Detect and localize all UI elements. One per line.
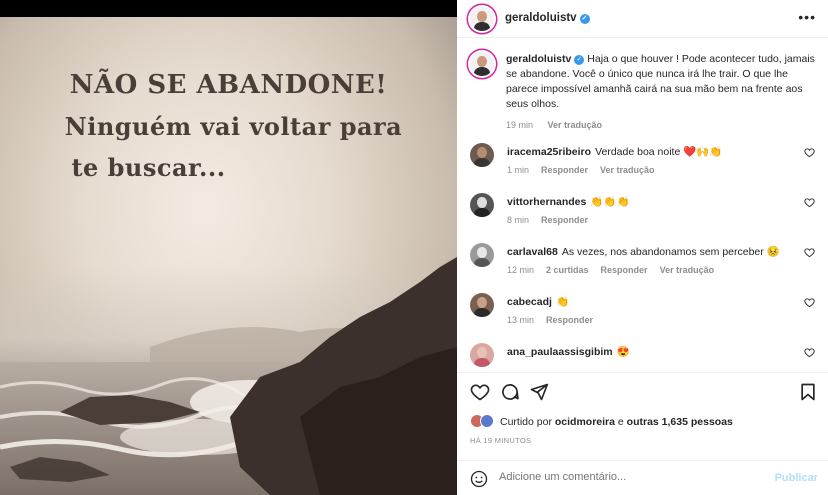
action-bar (457, 372, 828, 412)
reply-button[interactable]: Responder (546, 315, 593, 325)
comment-input[interactable] (499, 471, 759, 483)
caption-age: 19 min (506, 120, 534, 130)
caption-username[interactable]: geraldoluistv (506, 53, 571, 65)
commenter-username[interactable]: vittorhernandes (507, 196, 586, 208)
liker-avatar (480, 414, 494, 428)
post-header: geraldoluistv ✓ ••• (457, 0, 828, 38)
save-bookmark-icon[interactable] (798, 382, 818, 402)
instagram-post-window: NÃO SE ABANDONE! Ninguém vai voltar para… (0, 0, 828, 495)
caption-avatar[interactable] (470, 52, 494, 76)
comment-meta: 12 min 2 curtidas Responder Ver tradução (507, 265, 726, 275)
quote-line-3: te buscar... (71, 153, 226, 182)
author-avatar[interactable] (470, 7, 494, 31)
verified-badge-icon: ✓ (579, 14, 590, 24)
likes-count-link[interactable]: outras 1,635 pessoas (627, 416, 733, 428)
commenter-avatar[interactable] (470, 193, 494, 217)
comment-meta: 1 min Responder Ver tradução (507, 165, 667, 175)
comment-age: 12 min (507, 265, 535, 275)
verified-badge-icon: ✓ (574, 55, 585, 65)
post-details-panel: geraldoluistv ✓ ••• geraldoluistv ✓ Haja o… (457, 0, 828, 495)
comment-text: iracema25ribeiro Verdade boa noite ❤️🙌👏 (507, 146, 723, 158)
caption-translate-link[interactable]: Ver tradução (548, 120, 603, 130)
share-send-icon[interactable] (529, 382, 549, 402)
liked-by-text: Curtido por ocidmoreira e outras 1,635 p… (500, 416, 733, 428)
caption-meta: 19 min Ver tradução (506, 118, 816, 133)
translate-link[interactable]: Ver tradução (660, 265, 715, 275)
reply-button[interactable]: Responder (541, 215, 588, 225)
comment-text: vittorhernandes 👏👏👏 (507, 196, 630, 208)
publish-button[interactable]: Publicar (775, 472, 818, 484)
comment-item: carlaval68 As vezes, nos abandonamos sem … (470, 243, 815, 283)
post-timestamp: HÁ 19 MINUTOS (470, 436, 532, 445)
comment-age: 8 min (507, 215, 530, 225)
more-options-icon[interactable]: ••• (798, 9, 816, 25)
liked-by: Curtido por ocidmoreira e outras 1,635 p… (470, 414, 820, 430)
liker-username[interactable]: ocidmoreira (555, 416, 615, 428)
comment-text: carlaval68 As vezes, nos abandonamos sem … (507, 246, 780, 258)
post-image[interactable]: NÃO SE ABANDONE! Ninguém vai voltar para… (0, 17, 457, 495)
commenter-username[interactable]: carlaval68 (507, 246, 558, 258)
comment-item: iracema25ribeiro Verdade boa noite ❤️🙌👏 1… (470, 143, 815, 183)
translate-link[interactable]: Ver tradução (600, 165, 655, 175)
comment-item: cabecadj 👏 13 min Responder (470, 293, 815, 333)
commenter-avatar[interactable] (470, 293, 494, 317)
commenter-username[interactable]: ana_paulaassisgibim (507, 346, 613, 358)
commenter-username[interactable]: iracema25ribeiro (507, 146, 591, 158)
comment-text: cabecadj 👏 (507, 296, 570, 308)
comment-likes-count[interactable]: 2 curtidas (546, 265, 589, 275)
like-heart-icon[interactable] (470, 382, 490, 402)
quote-line-2: Ninguém vai voltar para (64, 112, 403, 141)
like-comment-heart-icon[interactable] (804, 347, 815, 358)
commenter-avatar[interactable] (470, 143, 494, 167)
comment-text: ana_paulaassisgibim 😍 (507, 346, 630, 358)
comment-meta: 8 min Responder (507, 215, 600, 225)
add-comment-bar: Publicar (457, 460, 828, 495)
reply-button[interactable]: Responder (541, 165, 588, 175)
comment-item: vittorhernandes 👏👏👏 8 min Responder (470, 193, 815, 233)
commenter-username[interactable]: cabecadj (507, 296, 552, 308)
comment-bubble-icon[interactable] (500, 382, 520, 402)
emoji-smiley-icon[interactable] (470, 470, 488, 488)
comment-age: 13 min (507, 315, 535, 325)
like-comment-heart-icon[interactable] (804, 147, 815, 158)
caption-text: geraldoluistv ✓ Haja o que houver ! Pode … (506, 52, 816, 133)
like-comment-heart-icon[interactable] (804, 247, 815, 258)
like-comment-heart-icon[interactable] (804, 197, 815, 208)
comment-meta: 13 min Responder (507, 315, 605, 325)
author-username[interactable]: geraldoluistv ✓ (505, 12, 590, 24)
quote-line-1: NÃO SE ABANDONE! (69, 70, 388, 100)
comment-age: 1 min (507, 165, 530, 175)
reply-button[interactable]: Responder (601, 265, 648, 275)
commenter-avatar[interactable] (470, 243, 494, 267)
commenter-avatar[interactable] (470, 343, 494, 367)
comment-item: ana_paulaassisgibim 😍 (470, 343, 815, 369)
like-comment-heart-icon[interactable] (804, 297, 815, 308)
